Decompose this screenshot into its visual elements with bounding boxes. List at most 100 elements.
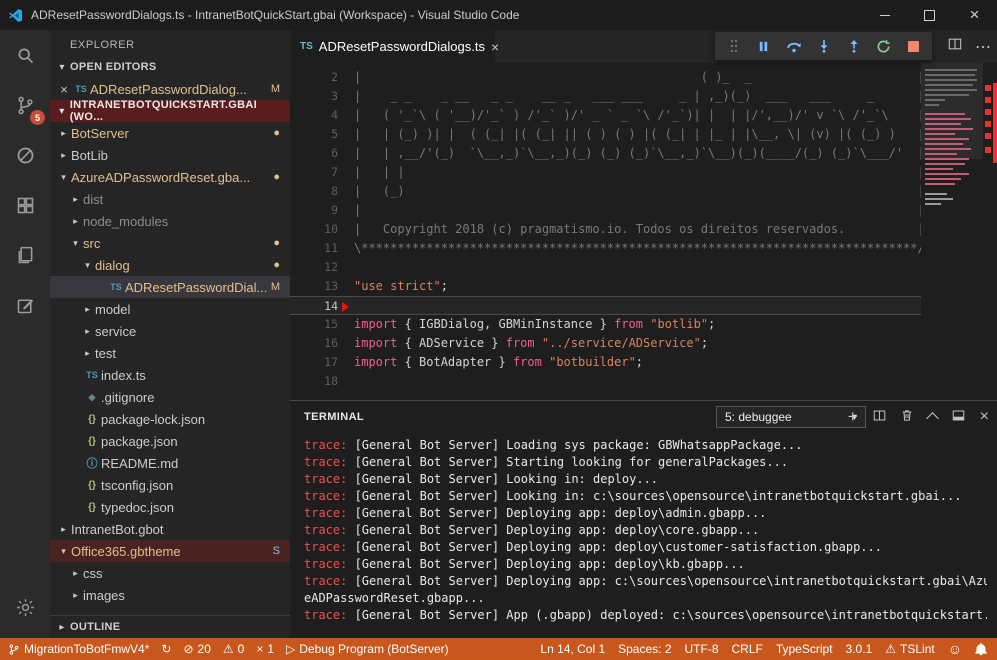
tree-item-css[interactable]: ▸css — [50, 562, 290, 584]
status-encoding[interactable]: UTF-8 — [685, 638, 719, 660]
tree-item-test[interactable]: ▸test — [50, 342, 290, 364]
close-icon: × — [970, 5, 980, 25]
extensions-icon[interactable] — [0, 180, 50, 230]
tab-close-icon[interactable]: × — [491, 39, 499, 55]
minimize-button[interactable] — [862, 0, 907, 30]
close-editor-icon[interactable]: × — [56, 82, 72, 97]
edit-icon[interactable] — [0, 280, 50, 330]
tree-item-label: css — [83, 566, 103, 581]
tab-adresetpassworddialogs[interactable]: TS ADResetPasswordDialogs.ts × — [290, 30, 495, 63]
terminal-select-value: 5: debuggee — [725, 410, 792, 424]
status-errors[interactable]: ⊘20 — [183, 638, 210, 660]
files-icon[interactable] — [0, 230, 50, 280]
split-terminal-icon[interactable] — [873, 409, 886, 426]
tree-item-package-lock-json[interactable]: {}package-lock.json — [50, 408, 290, 430]
tree-item-label: images — [83, 588, 125, 603]
line-content: | _ _ _ __ _ _ __ _ ___ ___ _ | ,_)(_) _… — [338, 87, 921, 106]
maximize-panel-icon[interactable] — [928, 411, 937, 423]
tab-terminal[interactable]: TERMINAL — [304, 411, 364, 423]
terminal-select[interactable]: 5: debuggee ▾ — [716, 406, 866, 428]
pause-button[interactable] — [750, 34, 777, 58]
tree-item-label: BotLib — [71, 148, 108, 163]
open-editor-item[interactable]: ×TSADResetPasswordDialog...M — [50, 78, 290, 100]
tree-item-gitignore[interactable]: ◆.gitignore — [50, 386, 290, 408]
maximize-button[interactable] — [907, 0, 952, 30]
tree-item-botserver[interactable]: ▸BotServer● — [50, 122, 290, 144]
tree-item-dist[interactable]: ▸dist — [50, 188, 290, 210]
status-label: 0 — [238, 642, 245, 656]
status-label: Debug Program (BotServer) — [299, 642, 448, 656]
title-bar: ADResetPasswordDialogs.ts - IntranetBotQ… — [0, 0, 997, 30]
open-editors-header[interactable]: ▾ OPEN EDITORS — [50, 56, 290, 78]
code-editor[interactable]: 2| ( )_ _ |3| _ _ _ __ _ _ __ _ ___ ___ … — [290, 63, 997, 400]
tree-item-package-json[interactable]: {}package.json — [50, 430, 290, 452]
outline-header[interactable]: ▸ OUTLINE — [50, 615, 290, 638]
tree-item-label: .gitignore — [101, 390, 154, 405]
status-cursor-position[interactable]: Ln 14, Col 1 — [540, 638, 605, 660]
status-label: UTF-8 — [685, 642, 719, 656]
tree-item-service[interactable]: ▸service — [50, 320, 290, 342]
status-label: 1 — [267, 642, 274, 656]
status-notifications-bell[interactable] — [975, 638, 987, 660]
more-actions-icon[interactable]: ⋯ — [975, 37, 991, 57]
split-editor-icon[interactable] — [948, 37, 962, 56]
code-line-17: 17import { BotAdapter } from "botbuilder… — [290, 353, 921, 372]
stop-button[interactable] — [900, 34, 927, 58]
status-typescript-version[interactable]: 3.0.1 — [846, 638, 873, 660]
workspace-header[interactable]: ▾ INTRANETBOTQUICKSTART.GBAI (WO... — [50, 100, 290, 122]
step-into-button[interactable] — [810, 34, 837, 58]
git-status-badge: M — [271, 281, 280, 293]
tree-item-office365-gbtheme[interactable]: ▾Office365.gbthemeS — [50, 540, 290, 562]
close-button[interactable]: × — [952, 0, 997, 30]
source-control-icon[interactable]: 5 — [0, 80, 50, 130]
step-out-button[interactable] — [840, 34, 867, 58]
debug-icon[interactable] — [0, 130, 50, 180]
status-label: Ln 14, Col 1 — [540, 642, 605, 656]
status-fix-count[interactable]: ×1 — [256, 638, 274, 660]
debug-drag-handle[interactable] — [720, 34, 747, 58]
close-panel-icon[interactable]: × — [980, 408, 989, 426]
status-warnings[interactable]: ⚠0 — [223, 638, 244, 660]
status-indentation[interactable]: Spaces: 2 — [618, 638, 671, 660]
status-language-mode[interactable]: TypeScript — [776, 638, 833, 660]
tree-item-src[interactable]: ▾src● — [50, 232, 290, 254]
minimap[interactable] — [921, 63, 983, 400]
new-terminal-icon[interactable]: + — [848, 407, 858, 427]
tree-item-images[interactable]: ▸images — [50, 584, 290, 606]
tree-item-readme-md[interactable]: ⓘREADME.md — [50, 452, 290, 474]
tree-item-adresetpassworddial[interactable]: TSADResetPasswordDial...M — [50, 276, 290, 298]
kill-terminal-icon[interactable] — [901, 408, 913, 426]
status-eol[interactable]: CRLF — [732, 638, 763, 660]
tree-item-label: Office365.gbtheme — [71, 544, 181, 559]
status-sync[interactable]: ↻ — [161, 638, 171, 660]
status-debug-program[interactable]: ▷Debug Program (BotServer) — [286, 638, 449, 660]
step-over-button[interactable] — [780, 34, 807, 58]
editor-column: TS ADResetPasswordDialogs.ts × — [290, 30, 997, 638]
tree-item-typedoc-json[interactable]: {}typedoc.json — [50, 496, 290, 518]
tree-item-intranetbot-gbot[interactable]: ▸IntranetBot.gbot — [50, 518, 290, 540]
tree-item-tsconfig-json[interactable]: {}tsconfig.json — [50, 474, 290, 496]
tree-item-node-modules[interactable]: ▸node_modules — [50, 210, 290, 232]
tree-item-botlib[interactable]: ▸BotLib — [50, 144, 290, 166]
open-editor-label: ADResetPasswordDialog... — [90, 82, 247, 97]
tree-item-model[interactable]: ▸model — [50, 298, 290, 320]
terminal-output[interactable]: trace: [General Bot Server] Loading sys … — [304, 437, 987, 636]
settings-gear-icon[interactable] — [0, 582, 50, 632]
toggle-panel-icon[interactable] — [952, 409, 965, 426]
chevron-right-icon: ▸ — [56, 150, 71, 161]
tree-item-index-ts[interactable]: TSindex.ts — [50, 364, 290, 386]
terminal-line: trace: [General Bot Server] Starting loo… — [304, 454, 987, 471]
code-line-5: 5| | (_) )| | ( (_| |( (_| || ( ) ( ) |(… — [290, 125, 921, 144]
status-git-branch[interactable]: MigrationToBotFmwV4* — [8, 638, 149, 660]
tree-item-label: tsconfig.json — [101, 478, 173, 493]
tree-item-azureadpasswordreset-gba[interactable]: ▾AzureADPasswordReset.gba...● — [50, 166, 290, 188]
status-tslint-status[interactable]: ⚠TSLint — [885, 638, 934, 660]
tree-item-dialog[interactable]: ▾dialog● — [50, 254, 290, 276]
status-feedback-smiley[interactable]: ☺ — [948, 638, 962, 660]
line-number: 9 — [290, 201, 338, 220]
window-title: ADResetPasswordDialogs.ts - IntranetBotQ… — [31, 8, 519, 22]
restart-button[interactable] — [870, 34, 897, 58]
search-icon[interactable] — [0, 30, 50, 80]
git-deleted-marker-icon — [342, 302, 349, 312]
tree-item-label: README.md — [101, 456, 178, 471]
